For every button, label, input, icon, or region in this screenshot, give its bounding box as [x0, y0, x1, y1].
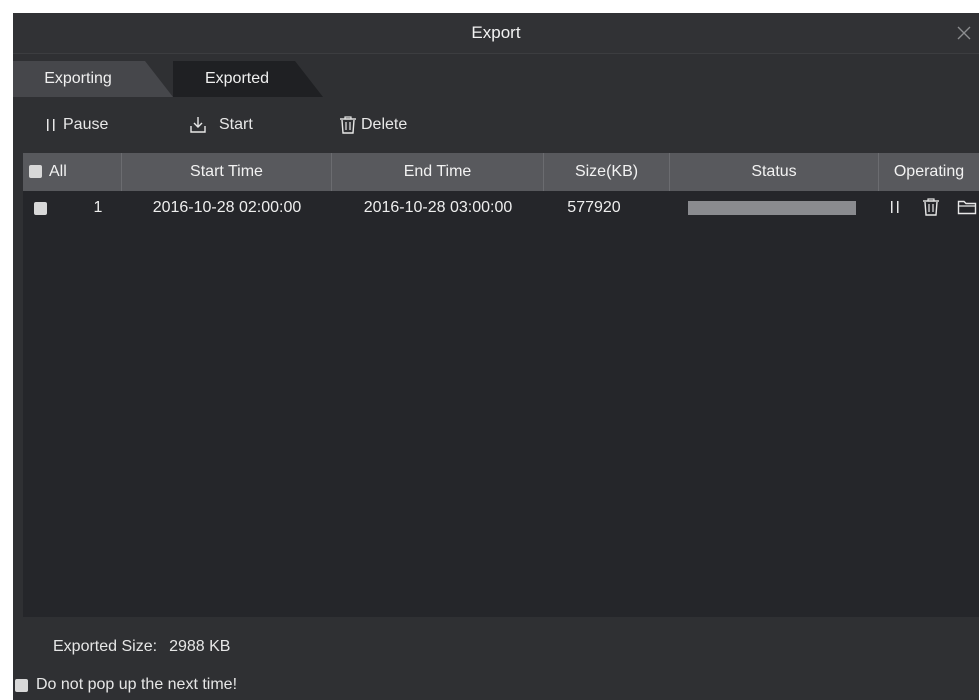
row-checkbox[interactable]	[34, 202, 47, 215]
row-pause-icon[interactable]	[889, 198, 901, 221]
header-start-time[interactable]: Start Time	[122, 153, 332, 191]
exported-size-label: Exported Size:	[53, 638, 158, 655]
header-select-all[interactable]: All	[23, 153, 122, 191]
exported-size: Exported Size: 2988 KB	[53, 638, 230, 656]
start-label: Start	[219, 116, 253, 133]
progress-fill	[688, 201, 856, 215]
export-dialog: Export Exporting Exported Pause Start De…	[13, 13, 979, 700]
pause-button[interactable]: Pause	[45, 109, 108, 141]
row-folder-icon[interactable]	[957, 198, 977, 221]
row-start-time: 2016-10-28 02:00:00	[152, 199, 302, 216]
header-end-time[interactable]: End Time	[332, 153, 544, 191]
delete-label: Delete	[361, 116, 408, 133]
tab-bar: Exporting Exported	[13, 61, 979, 97]
download-icon	[189, 116, 207, 134]
table-header: All Start Time End Time Size(KB) Status …	[23, 153, 979, 191]
exported-size-value: 2988 KB	[169, 638, 231, 655]
header-status[interactable]: Status	[670, 153, 879, 191]
tab-exporting[interactable]: Exporting	[13, 61, 173, 97]
row-end-time: 2016-10-28 03:00:00	[363, 199, 513, 216]
close-icon	[957, 26, 971, 40]
trash-icon	[339, 116, 357, 134]
row-trash-icon[interactable]	[922, 198, 940, 221]
table-row[interactable]: 1 2016-10-28 02:00:00 2016-10-28 03:00:0…	[23, 191, 979, 225]
export-table: All Start Time End Time Size(KB) Status …	[23, 153, 979, 617]
row-size: 577920	[567, 199, 621, 216]
no-popup-label: Do not pop up the next time!	[36, 676, 238, 693]
dialog-title: Export	[471, 23, 521, 42]
no-popup-checkbox[interactable]	[15, 678, 28, 692]
start-button[interactable]: Start	[189, 109, 253, 141]
header-operating[interactable]: Operating	[879, 153, 979, 191]
row-index: 1	[93, 199, 103, 216]
no-popup-option[interactable]: Do not pop up the next time!	[15, 669, 237, 700]
toolbar: Pause Start Delete	[13, 109, 979, 141]
delete-button[interactable]: Delete	[339, 109, 407, 141]
header-size[interactable]: Size(KB)	[544, 153, 670, 191]
pause-label: Pause	[63, 116, 109, 133]
tab-exported[interactable]: Exported	[173, 61, 323, 97]
header-all-label: All	[49, 163, 67, 180]
title-bar: Export	[13, 13, 979, 54]
progress-bar	[688, 201, 856, 215]
pause-icon	[45, 118, 57, 132]
select-all-checkbox[interactable]	[29, 165, 42, 178]
tab-exported-label: Exported	[204, 70, 270, 87]
tab-exporting-label: Exporting	[44, 70, 112, 87]
close-button[interactable]	[955, 24, 973, 42]
